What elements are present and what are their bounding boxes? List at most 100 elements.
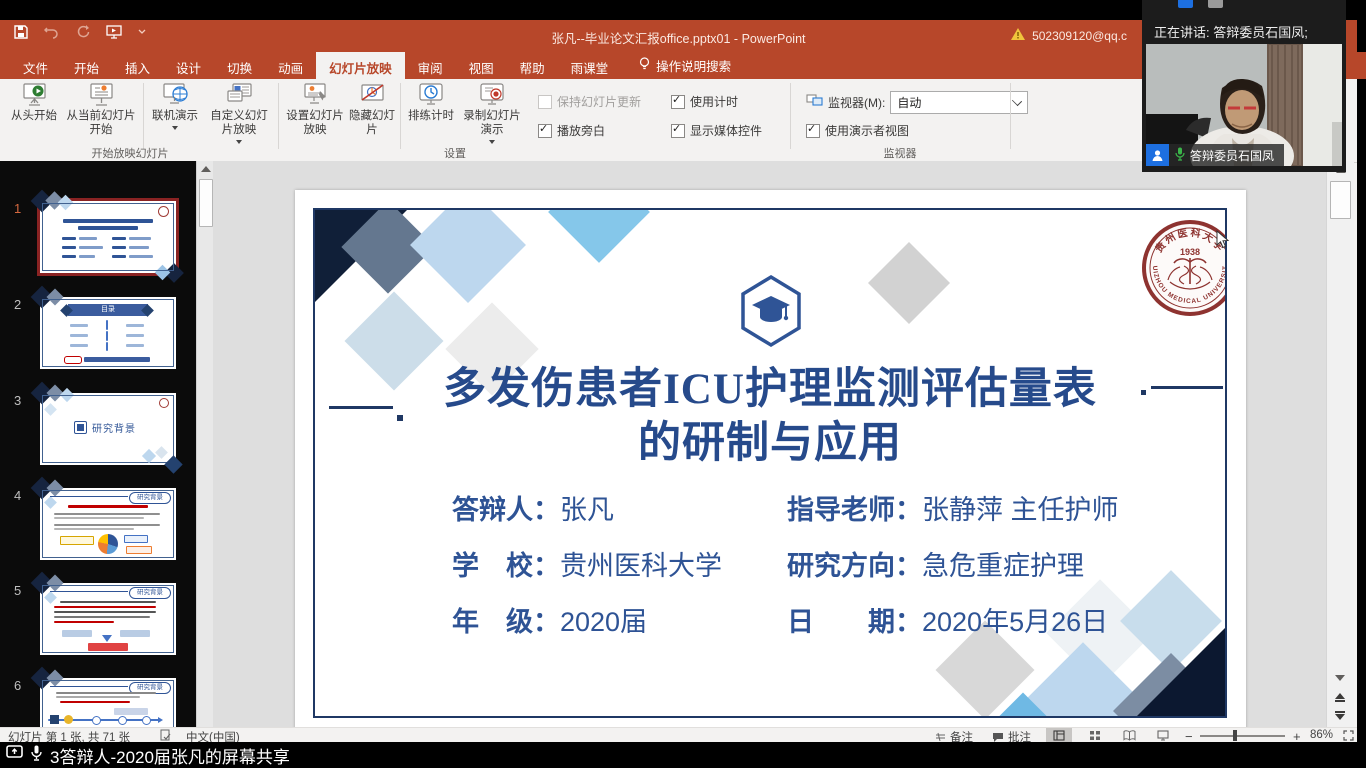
tab-help[interactable]: 帮助 bbox=[507, 52, 558, 79]
normal-view-button[interactable] bbox=[1046, 728, 1072, 743]
meeting-video-panel[interactable]: 正在讲话: 答辩委员石国凤; bbox=[1142, 0, 1346, 172]
keep-slides-updated-checkbox[interactable]: 保持幻灯片更新 bbox=[538, 93, 641, 110]
from-beginning-button[interactable]: 从头开始 bbox=[8, 82, 60, 146]
tab-transitions[interactable]: 切换 bbox=[214, 52, 265, 79]
slide-title-line2[interactable]: 的研制与应用 bbox=[315, 408, 1225, 470]
slide-thumbnail-5[interactable]: 研究背景 bbox=[40, 583, 176, 655]
play-narrations-checkbox[interactable]: 播放旁白 bbox=[538, 122, 605, 139]
slide-edit-area: 贵州医科大学 1938 GUIZHOU MEDICAL UNIVERSITY 多… bbox=[213, 161, 1326, 727]
lightbulb-icon bbox=[639, 57, 650, 74]
dropdown-arrow-icon bbox=[489, 140, 495, 144]
tab-insert[interactable]: 插入 bbox=[112, 52, 163, 79]
tab-home[interactable]: 开始 bbox=[61, 52, 112, 79]
thumbnail-number: 3 bbox=[14, 393, 21, 408]
thumbnail-scrollbar[interactable] bbox=[196, 161, 214, 727]
graduation-cap-icon bbox=[738, 274, 804, 348]
slide-canvas[interactable]: 贵州医科大学 1938 GUIZHOU MEDICAL UNIVERSITY 多… bbox=[295, 190, 1246, 736]
participant-name-row: 答辩委员石国凤 bbox=[1146, 144, 1284, 166]
screen-share-icon bbox=[6, 745, 23, 765]
checkbox-icon bbox=[671, 124, 685, 138]
zoom-level[interactable]: 86% bbox=[1310, 729, 1333, 741]
mini-hex-icon bbox=[74, 421, 87, 434]
slideshow-view-button[interactable] bbox=[1150, 728, 1176, 743]
mini-section-tag: 研究背景 bbox=[129, 587, 171, 599]
mini-toc-banner: 目录 bbox=[68, 304, 148, 316]
tab-review[interactable]: 审阅 bbox=[405, 52, 456, 79]
next-slide-button[interactable] bbox=[1335, 711, 1345, 720]
setup-slideshow-button[interactable]: 设置幻灯片放映 bbox=[284, 82, 346, 146]
thumbnail-number: 5 bbox=[14, 583, 21, 598]
share-mic-icon bbox=[31, 745, 42, 766]
monitor-selector: 监视器(M): 自动 bbox=[806, 91, 1028, 114]
mini-seal bbox=[159, 398, 169, 408]
slide-title-line1[interactable]: 多发伤患者ICU护理监测评估量表 bbox=[315, 354, 1225, 416]
slide-thumbnail-1[interactable] bbox=[40, 201, 176, 273]
field-school[interactable]: 学 校：贵州医科大学 bbox=[452, 544, 722, 583]
university-seal[interactable]: 贵州医科大学 1938 GUIZHOU MEDICAL UNIVERSITY bbox=[1140, 218, 1227, 318]
from-current-slide-button[interactable]: 从当前幻灯片开始 bbox=[62, 82, 140, 146]
zoom-slider-track[interactable] bbox=[1200, 735, 1285, 737]
scroll-up-icon[interactable] bbox=[201, 166, 211, 172]
previous-slide-button[interactable] bbox=[1335, 693, 1345, 702]
chevron-down-icon bbox=[1012, 96, 1022, 106]
checkbox-icon bbox=[538, 95, 552, 109]
tell-me-search[interactable]: 操作说明搜索 bbox=[627, 52, 743, 79]
slide-thumbnail-panel: 1 2 bbox=[0, 161, 196, 727]
tab-file[interactable]: 文件 bbox=[10, 52, 61, 79]
field-date[interactable]: 日 期：2020年5月26日 bbox=[787, 600, 1108, 639]
tab-design[interactable]: 设计 bbox=[163, 52, 214, 79]
slide-thumbnail-3[interactable]: 研究背景 bbox=[40, 393, 176, 465]
dropdown-arrow-icon bbox=[236, 140, 242, 144]
present-online-button[interactable]: 联机演示 bbox=[147, 82, 203, 146]
slide-sorter-view-button[interactable] bbox=[1082, 728, 1108, 743]
scrollbar-thumb[interactable] bbox=[1330, 181, 1351, 219]
scroll-down-icon[interactable] bbox=[1335, 675, 1345, 681]
slide-thumbnail-4[interactable]: 研究背景 bbox=[40, 488, 176, 560]
mini-arrow bbox=[102, 635, 112, 642]
field-research-direction[interactable]: 研究方向：急危重症护理 bbox=[787, 544, 1084, 583]
field-grade[interactable]: 年 级：2020届 bbox=[452, 600, 647, 639]
hide-slide-button[interactable]: 隐藏幻灯片 bbox=[348, 82, 396, 146]
shared-screen: 张凡--毕业论文汇报office.pptx01 - PowerPoint 502… bbox=[0, 0, 1366, 768]
participant-name: 答辩委员石国凤 bbox=[1190, 147, 1274, 164]
rehearse-timings-button[interactable]: 排练计时 bbox=[404, 82, 458, 146]
title-decoration-line bbox=[329, 406, 393, 409]
fit-to-window-button[interactable] bbox=[1340, 728, 1356, 743]
thumbnail-number: 2 bbox=[14, 297, 21, 312]
account-info[interactable]: 502309120@qq.c bbox=[1011, 28, 1127, 43]
slide-border-frame: 贵州医科大学 1938 GUIZHOU MEDICAL UNIVERSITY 多… bbox=[313, 208, 1227, 718]
mini-section-title: 研究背景 bbox=[92, 420, 136, 435]
meeting-toolbar-icon[interactable] bbox=[1208, 0, 1223, 8]
tab-view[interactable]: 视图 bbox=[456, 52, 507, 79]
record-slideshow-button[interactable]: 录制幻灯片演示 bbox=[460, 82, 524, 146]
monitor-icon bbox=[806, 94, 823, 111]
zoom-slider-thumb[interactable] bbox=[1233, 730, 1237, 741]
thumbnail-number: 4 bbox=[14, 488, 21, 503]
checkbox-icon bbox=[671, 95, 685, 109]
reading-view-button[interactable] bbox=[1116, 728, 1142, 743]
status-bar: 幻灯片 第 1 张, 共 71 张 中文(中国) 备注 批注 − + 86% bbox=[0, 727, 1357, 743]
scrollbar-thumb[interactable] bbox=[199, 179, 213, 227]
group-label-start: 开始放映幻灯片 bbox=[40, 145, 220, 161]
corner-decoration bbox=[1137, 628, 1225, 716]
show-media-controls-checkbox[interactable]: 显示媒体控件 bbox=[671, 122, 762, 139]
slide-thumbnail-2[interactable]: 目录 bbox=[40, 297, 176, 369]
tab-animations[interactable]: 动画 bbox=[265, 52, 316, 79]
monitor-dropdown[interactable]: 自动 bbox=[890, 91, 1028, 114]
use-timings-checkbox[interactable]: 使用计时 bbox=[671, 93, 738, 110]
spellcheck-icon[interactable] bbox=[160, 729, 172, 741]
meeting-toolbar-icon[interactable] bbox=[1178, 0, 1193, 8]
svg-text:1938: 1938 bbox=[1180, 247, 1200, 257]
vertical-scrollbar[interactable] bbox=[1326, 161, 1354, 727]
field-presenter[interactable]: 答辩人：张凡 bbox=[452, 488, 614, 527]
mouse-cursor bbox=[1216, 230, 1231, 250]
field-advisor[interactable]: 指导老师：张静萍 主任护师 bbox=[787, 488, 1119, 527]
thumbnail-number: 1 bbox=[14, 201, 21, 216]
participant-video[interactable]: 答辩委员石国凤 bbox=[1146, 44, 1342, 166]
mic-icon bbox=[1175, 147, 1185, 164]
presenter-view-checkbox[interactable]: 使用演示者视图 bbox=[806, 122, 909, 139]
avatar-icon bbox=[1146, 144, 1169, 166]
tab-slideshow[interactable]: 幻灯片放映 bbox=[316, 52, 405, 79]
tab-yuketang[interactable]: 雨课堂 bbox=[558, 52, 622, 79]
custom-slideshow-button[interactable]: 自定义幻灯片放映 bbox=[205, 82, 273, 146]
